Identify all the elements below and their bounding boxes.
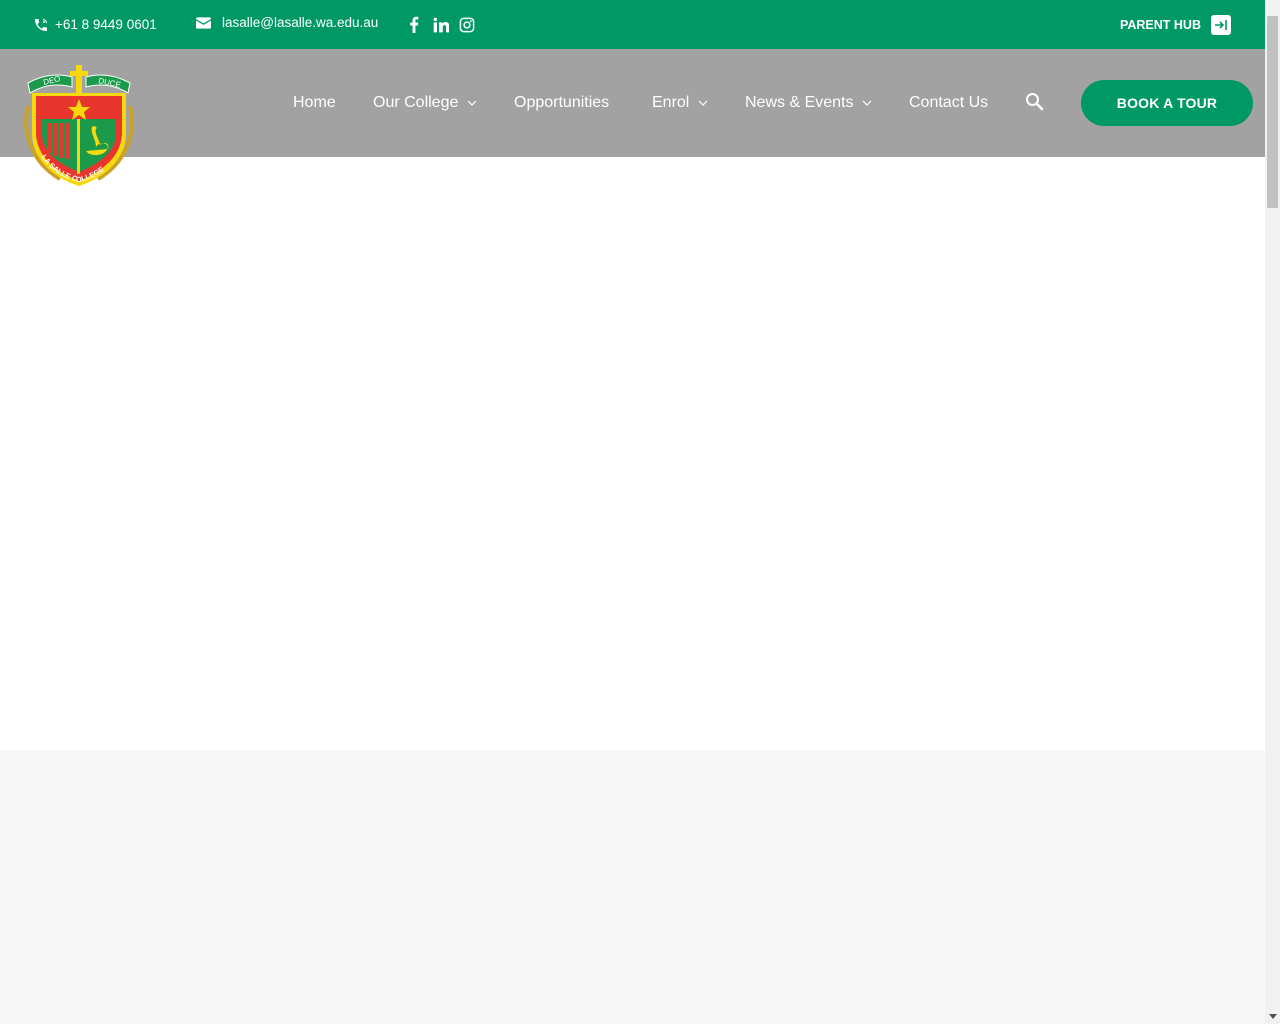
phone-number: +61 8 9449 0601 <box>55 17 157 32</box>
envelope-icon <box>196 16 211 29</box>
chevron-down-icon <box>863 100 872 106</box>
college-logo[interactable]: DEO DUCE LA SALLE COLLEGE <box>20 61 138 189</box>
nav-news-events-label: News & Events <box>745 94 854 111</box>
parent-hub-link[interactable]: PARENT HUB <box>1120 0 1231 49</box>
login-icon <box>1211 14 1231 35</box>
instagram-icon <box>459 17 475 32</box>
search-button[interactable] <box>1025 92 1045 112</box>
book-a-tour-button[interactable]: BOOK A TOUR <box>1081 80 1253 126</box>
nav-opportunities[interactable]: Opportunities <box>514 49 609 157</box>
parent-hub-label: PARENT HUB <box>1119 17 1201 32</box>
college-crest-icon: DEO DUCE LA SALLE COLLEGE <box>24 65 134 187</box>
email-address: lasalle@lasalle.wa.edu.au <box>222 15 379 30</box>
book-a-tour-label: BOOK A TOUR <box>1116 95 1218 111</box>
vertical-scrollbar[interactable] <box>1265 0 1280 1024</box>
phone-icon <box>35 18 47 31</box>
nav-contact-us-label: Contact Us <box>909 94 989 111</box>
nav-contact-us[interactable]: Contact Us <box>909 49 988 157</box>
caret-down-icon <box>1268 1013 1277 1019</box>
search-icon <box>1026 93 1044 111</box>
hero-area <box>0 157 1265 750</box>
nav-home-label: Home <box>293 94 336 111</box>
nav-home[interactable]: Home <box>293 49 336 157</box>
main-nav: Home Our College Opportunities Enrol New… <box>0 49 1265 157</box>
facebook-icon <box>410 16 419 33</box>
chevron-down-icon <box>698 100 708 106</box>
top-bar: +61 8 9449 0601 lasalle@lasalle.wa.edu.a… <box>0 0 1265 49</box>
nav-our-college[interactable]: Our College <box>373 49 477 157</box>
nav-news-events[interactable]: News & Events <box>745 49 872 157</box>
nav-enrol-label: Enrol <box>652 94 690 111</box>
nav-opportunities-label: Opportunities <box>514 94 610 111</box>
scrollbar-thumb[interactable] <box>1267 16 1278 208</box>
linkedin-link[interactable] <box>433 0 449 49</box>
chevron-down-icon <box>467 100 477 106</box>
scroll-down-arrow[interactable] <box>1265 1009 1280 1024</box>
scroll-up-arrow[interactable] <box>1265 0 1280 15</box>
facebook-link[interactable] <box>409 0 419 49</box>
instagram-link[interactable] <box>459 0 475 49</box>
linkedin-icon <box>433 17 449 32</box>
page: +61 8 9449 0601 lasalle@lasalle.wa.edu.a… <box>0 0 1265 1024</box>
nav-enrol[interactable]: Enrol <box>652 49 708 157</box>
content-area <box>0 750 1265 1024</box>
email-link[interactable]: lasalle@lasalle.wa.edu.au <box>196 0 378 47</box>
phone-link[interactable]: +61 8 9449 0601 <box>33 0 157 49</box>
nav-our-college-label: Our College <box>373 94 459 111</box>
